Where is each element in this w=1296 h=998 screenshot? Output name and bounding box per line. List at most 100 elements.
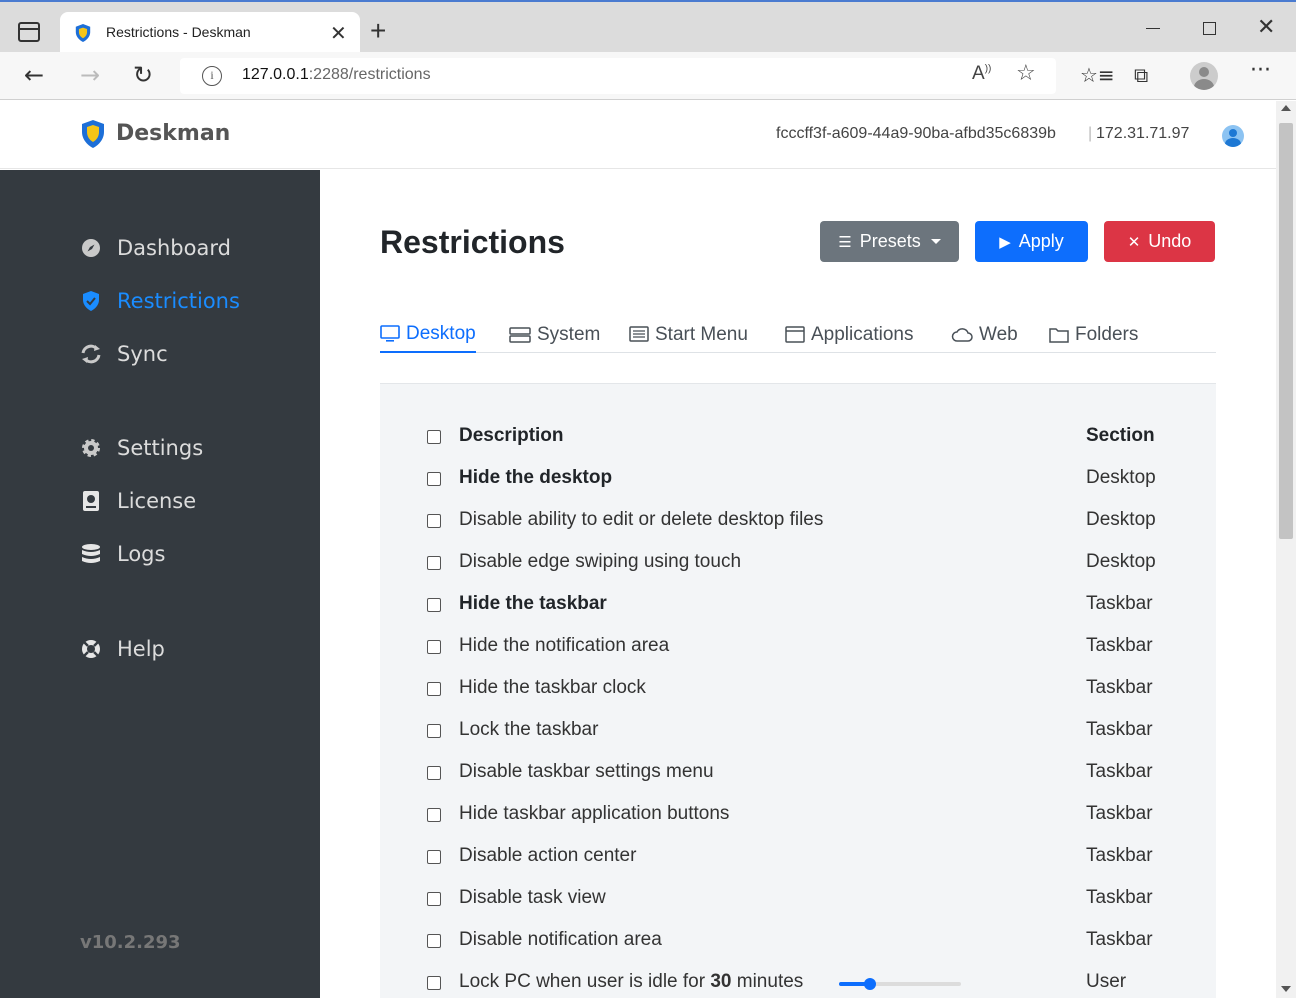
sidebar-item-label: Dashboard <box>117 236 231 260</box>
license-icon <box>80 490 102 512</box>
window-icon <box>785 326 805 344</box>
sidebar-item-label: Help <box>117 637 165 661</box>
forward-arrow-icon[interactable]: → <box>80 60 100 90</box>
favorites-icon[interactable]: ☆≡ <box>1080 62 1115 88</box>
sidebar: Dashboard Restrictions Sync Settings Lic… <box>0 170 320 998</box>
row-description: Disable ability to edit or delete deskto… <box>459 509 824 530</box>
browser-tab[interactable]: Restrictions - Deskman ✕ <box>60 12 360 54</box>
new-tab-icon[interactable]: + <box>370 16 386 46</box>
table-row: Hide the notification area Taskbar <box>427 635 1207 665</box>
url-text[interactable]: 127.0.0.1:2288/restrictions <box>242 66 431 84</box>
sidebar-item-restrictions[interactable]: Restrictions <box>80 289 240 313</box>
idle-lock-description: Lock PC when user is idle for 30 minutes <box>459 971 803 993</box>
row-section: Taskbar <box>1086 761 1153 782</box>
sidebar-item-help[interactable]: Help <box>80 637 165 661</box>
tab-web[interactable]: Web <box>951 317 1018 353</box>
row-checkbox[interactable] <box>427 850 441 864</box>
table-row: Disable ability to edit or delete deskto… <box>427 509 1207 539</box>
row-checkbox[interactable] <box>427 682 441 696</box>
tab-applications[interactable]: Applications <box>785 317 913 353</box>
tab-actions-icon[interactable] <box>18 22 40 42</box>
collections-icon[interactable]: ⧉ <box>1134 62 1148 88</box>
table-row: Lock the taskbar Taskbar <box>427 719 1207 749</box>
page-scrollbar[interactable] <box>1276 101 1296 998</box>
menu-icon <box>629 326 649 344</box>
close-tab-icon[interactable]: ✕ <box>330 21 347 46</box>
apply-button[interactable]: ▶ Apply <box>975 221 1088 262</box>
deskman-shield-icon <box>75 24 91 42</box>
row-checkbox[interactable] <box>427 724 441 738</box>
scroll-down-icon[interactable] <box>1281 986 1291 992</box>
tab-label: Start Menu <box>655 324 748 345</box>
page-title: Restrictions <box>380 224 565 260</box>
row-checkbox[interactable] <box>427 598 441 612</box>
row-checkbox[interactable] <box>427 556 441 570</box>
table-row: Disable task view Taskbar <box>427 887 1207 917</box>
scroll-thumb[interactable] <box>1279 123 1293 539</box>
hdd-icon <box>509 327 531 343</box>
row-checkbox[interactable] <box>427 766 441 780</box>
row-section: Taskbar <box>1086 803 1153 824</box>
idle-lock-prefix: Lock PC when user is idle for <box>459 971 711 992</box>
presets-dropdown-button[interactable]: ☰ Presets <box>820 221 959 262</box>
row-section: Desktop <box>1086 467 1156 488</box>
select-all-checkbox[interactable] <box>427 430 441 444</box>
tab-start-menu[interactable]: Start Menu <box>629 317 748 353</box>
main-content: Restrictions ☰ Presets ▶ Apply ✕ Undo De… <box>320 170 1276 998</box>
database-icon <box>80 543 102 565</box>
apply-label: Apply <box>1018 231 1064 251</box>
row-section: Taskbar <box>1086 887 1153 908</box>
maximize-icon[interactable] <box>1203 22 1216 35</box>
restrictions-table: Description Section Hide the desktop Desk… <box>380 383 1216 998</box>
user-avatar-icon[interactable] <box>1222 125 1244 147</box>
table-row: Hide the desktop Desktop <box>427 467 1207 497</box>
slider-thumb[interactable] <box>863 978 876 990</box>
table-header-row: Description Section <box>427 425 1207 455</box>
tab-label: Folders <box>1075 324 1139 345</box>
folder-icon <box>1049 327 1069 343</box>
sidebar-item-sync[interactable]: Sync <box>80 342 168 366</box>
tab-folders[interactable]: Folders <box>1049 317 1138 353</box>
add-favorite-icon[interactable]: ☆ <box>1016 61 1036 86</box>
reload-icon[interactable]: ↻ <box>133 60 153 90</box>
back-arrow-icon[interactable]: ← <box>24 60 44 90</box>
tab-label: Desktop <box>406 323 476 344</box>
read-aloud-icon[interactable]: A)) <box>972 63 991 85</box>
brand-name[interactable]: Deskman <box>116 121 230 146</box>
row-section: Desktop <box>1086 551 1156 572</box>
minimize-icon[interactable] <box>1146 28 1160 29</box>
sidebar-item-logs[interactable]: Logs <box>80 542 165 566</box>
row-description: Hide the desktop <box>459 467 613 488</box>
sidebar-item-dashboard[interactable]: Dashboard <box>80 236 231 260</box>
sidebar-item-license[interactable]: License <box>80 489 196 513</box>
row-checkbox[interactable] <box>427 640 441 654</box>
scroll-up-icon[interactable] <box>1281 105 1291 111</box>
site-info-icon[interactable]: i <box>202 66 222 86</box>
row-checkbox[interactable] <box>427 472 441 486</box>
tab-system[interactable]: System <box>509 317 600 353</box>
idle-lock-suffix: minutes <box>731 971 804 992</box>
sidebar-item-label: License <box>117 489 197 513</box>
app-version: v10.2.293 <box>80 932 181 953</box>
undo-button[interactable]: ✕ Undo <box>1104 221 1215 262</box>
row-checkbox[interactable] <box>427 892 441 906</box>
row-checkbox[interactable] <box>427 808 441 822</box>
tab-desktop[interactable]: Desktop <box>380 317 476 353</box>
more-options-icon[interactable]: ··· <box>1250 58 1271 84</box>
sidebar-item-label: Logs <box>117 542 166 566</box>
row-checkbox[interactable] <box>427 976 441 990</box>
row-description: Disable action center <box>459 845 637 866</box>
row-checkbox[interactable] <box>427 934 441 948</box>
ip-address: 172.31.71.97 <box>1096 125 1190 142</box>
window-close-icon[interactable]: ✕ <box>1257 14 1275 40</box>
table-row: Hide taskbar application buttons Taskbar <box>427 803 1207 833</box>
url-host: 127.0.0.1 <box>242 66 309 83</box>
address-bar[interactable]: i 127.0.0.1:2288/restrictions A)) ☆ <box>180 58 1056 94</box>
row-checkbox[interactable] <box>427 514 441 528</box>
profile-avatar-icon[interactable] <box>1190 62 1218 90</box>
sidebar-item-settings[interactable]: Settings <box>80 436 203 460</box>
idle-minutes-slider[interactable] <box>839 978 961 990</box>
row-description: Hide the taskbar <box>459 593 607 614</box>
column-header-description[interactable]: Description <box>459 425 564 447</box>
column-header-section[interactable]: Section <box>1086 425 1155 447</box>
